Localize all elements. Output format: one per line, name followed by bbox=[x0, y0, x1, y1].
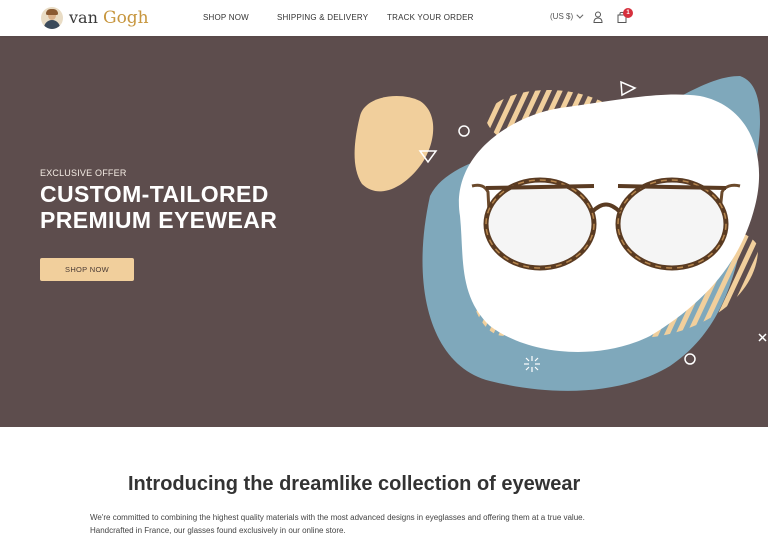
hero-title: CUSTOM-TAILORED PREMIUM EYEWEAR bbox=[40, 181, 340, 233]
brand-name-prefix: van bbox=[69, 8, 98, 27]
hero-banner: EXCLUSIVE OFFER CUSTOM-TAILORED PREMIUM … bbox=[0, 36, 768, 427]
cross-shape bbox=[758, 333, 767, 342]
circle-outline-shape-2 bbox=[684, 353, 696, 365]
site-header: van Gogh SHOP NOW SHIPPING & DELIVERY TR… bbox=[0, 0, 768, 36]
intro-title: Introducing the dreamlike collection of … bbox=[128, 473, 581, 495]
hero-shop-now-button[interactable]: SHOP NOW bbox=[40, 258, 134, 281]
brand-logo[interactable]: van Gogh bbox=[41, 6, 149, 30]
nav-track-order[interactable]: TRACK YOUR ORDER bbox=[387, 13, 474, 22]
currency-selector[interactable]: (US $) bbox=[550, 11, 584, 21]
hero-title-line-2: PREMIUM EYEWEAR bbox=[40, 207, 278, 233]
circle-outline-shape bbox=[458, 125, 470, 137]
brand-name-main: Gogh bbox=[102, 8, 149, 28]
nav-shop-now[interactable]: SHOP NOW bbox=[203, 13, 249, 22]
cart-count-badge: 1 bbox=[623, 8, 633, 18]
van-gogh-portrait-icon bbox=[41, 7, 63, 29]
currency-label: (US $) bbox=[550, 12, 574, 21]
hero-eyebrow: EXCLUSIVE OFFER bbox=[40, 168, 127, 178]
chevron-down-icon bbox=[576, 11, 584, 19]
triangle-outline-shape-2 bbox=[620, 80, 637, 97]
nav-shipping-delivery[interactable]: SHIPPING & DELIVERY bbox=[277, 13, 368, 22]
brand-name: van Gogh bbox=[69, 8, 149, 28]
peach-blob-shape bbox=[354, 96, 434, 192]
intro-text: We're committed to combining the highest… bbox=[90, 513, 585, 535]
hero-title-line-1: CUSTOM-TAILORED bbox=[40, 181, 269, 207]
hero-eyeglasses-illustration bbox=[354, 76, 767, 391]
user-icon[interactable] bbox=[593, 11, 603, 23]
